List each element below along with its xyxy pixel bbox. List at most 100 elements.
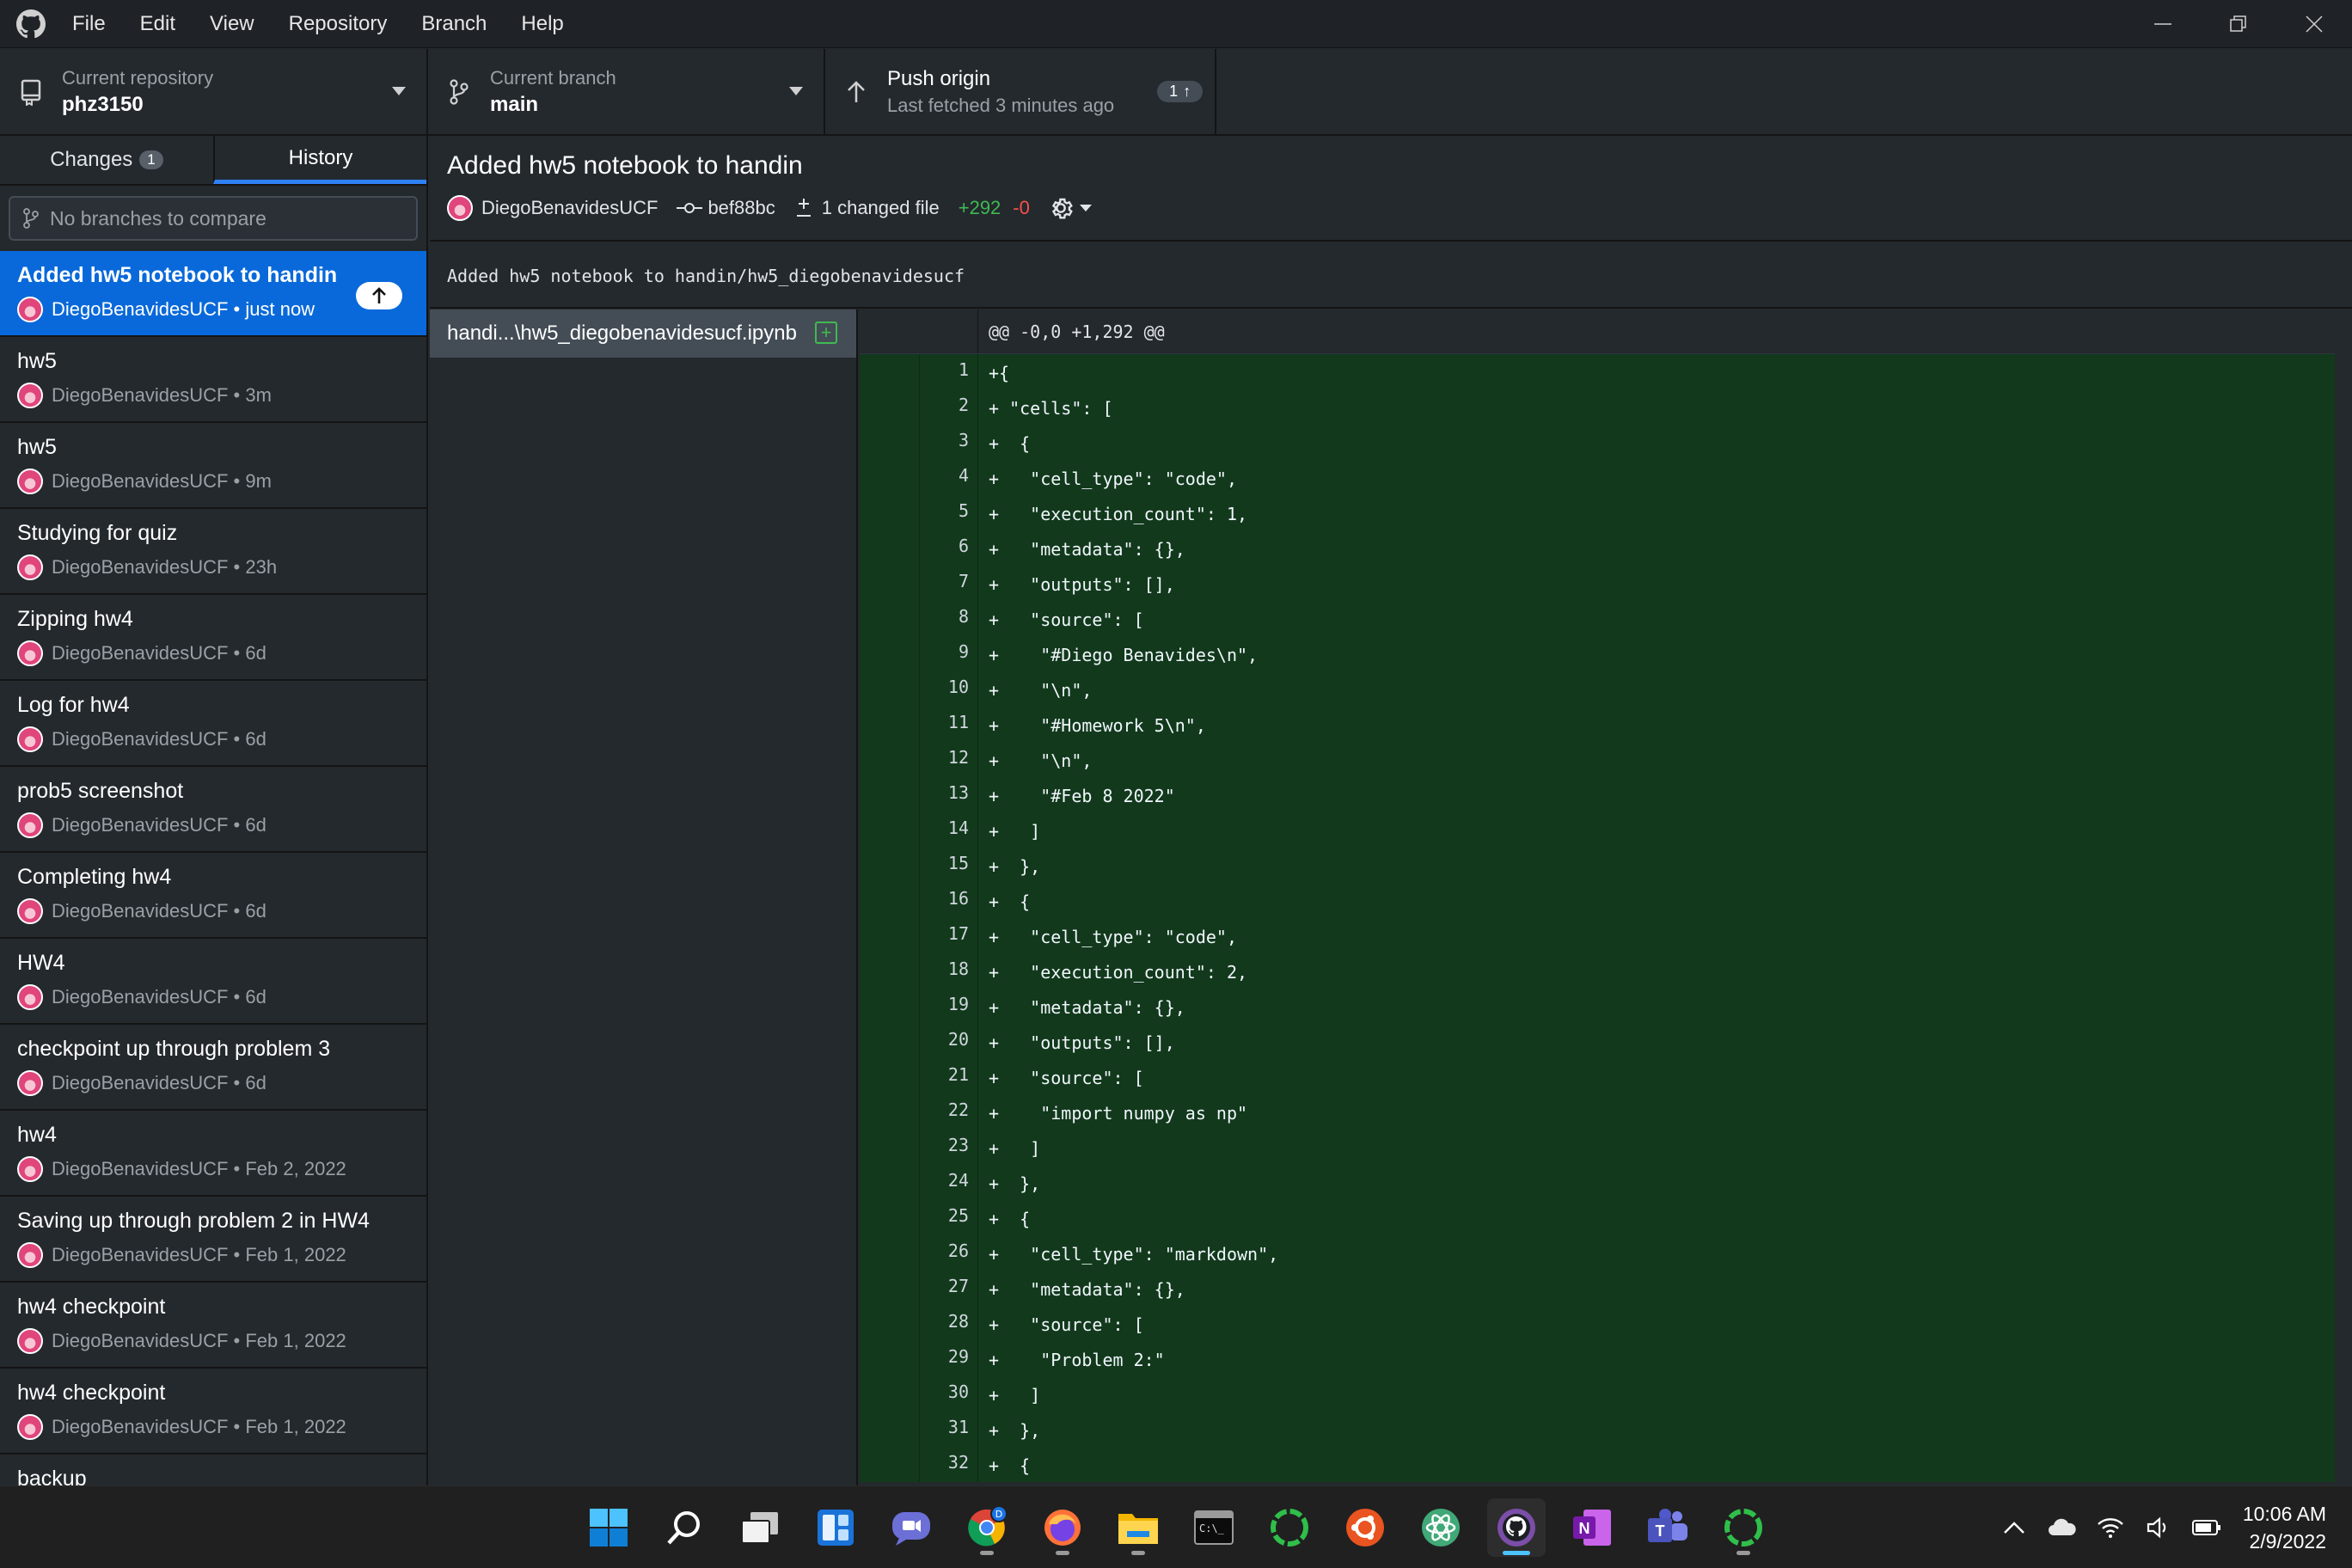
diff-line[interactable]: 21 + "source": [ — [860, 1059, 2335, 1094]
loading-app-button[interactable] — [1260, 1498, 1319, 1557]
diff-line-code: + "#Diego Benavides\n", — [989, 645, 1259, 665]
commit-list-item[interactable]: prob5 screenshot DiegoBenavidesUCF • 6d — [0, 767, 426, 853]
github-desktop-button[interactable] — [1487, 1498, 1546, 1557]
diff-line[interactable]: 3 + { — [860, 425, 2335, 460]
diff-line[interactable]: 18 + "execution_count": 2, — [860, 953, 2335, 989]
diff-line[interactable]: 16 + { — [860, 883, 2335, 918]
close-button[interactable] — [2276, 0, 2352, 48]
diff-lines: 1 +{2 + "cells": [3 + {4 + "cell_type": "cod… — [860, 354, 2335, 1482]
menu-edit[interactable]: Edit — [123, 0, 193, 48]
diff-settings-button[interactable] — [1047, 194, 1092, 222]
commit-list-item[interactable]: checkpoint up through problem 3 DiegoBen… — [0, 1025, 426, 1111]
commit-list-item[interactable]: Log for hw4 DiegoBenavidesUCF • 6d — [0, 681, 426, 767]
diff-line[interactable]: 7 + "outputs": [], — [860, 566, 2335, 601]
diff-line[interactable]: 12 + "\n", — [860, 742, 2335, 777]
diff-line[interactable]: 24 + }, — [860, 1165, 2335, 1200]
onenote-button[interactable]: N — [1563, 1498, 1621, 1557]
diff-line[interactable]: 31 + }, — [860, 1412, 2335, 1447]
commit-list-item[interactable]: hw4 checkpoint DiegoBenavidesUCF • Feb 1… — [0, 1369, 426, 1455]
diff-line[interactable]: 9 + "#Diego Benavides\n", — [860, 636, 2335, 671]
restore-button[interactable] — [2201, 0, 2276, 48]
tab-history[interactable]: History — [213, 136, 426, 184]
minimize-button[interactable] — [2125, 0, 2201, 48]
diff-line[interactable]: 11 + "#Homework 5\n", — [860, 707, 2335, 742]
chat-button[interactable] — [882, 1498, 940, 1557]
commit-list-item[interactable]: hw5 DiegoBenavidesUCF • 3m — [0, 337, 426, 423]
push-title: Push origin — [887, 66, 991, 90]
commit-list-item[interactable]: hw4 DiegoBenavidesUCF • Feb 2, 2022 — [0, 1111, 426, 1197]
diff-line[interactable]: 6 + "metadata": {}, — [860, 530, 2335, 566]
menu-file[interactable]: File — [55, 0, 123, 48]
diff-line[interactable]: 14 + ] — [860, 812, 2335, 848]
onedrive-button[interactable] — [2038, 1518, 2086, 1537]
current-repository-dropdown[interactable]: Current repository phz3150 — [0, 49, 428, 134]
diff-line[interactable]: 15 + }, — [860, 848, 2335, 883]
diff-line[interactable]: 25 + { — [860, 1200, 2335, 1235]
atom-button[interactable] — [1412, 1498, 1470, 1557]
menu-view[interactable]: View — [193, 0, 272, 48]
diff-line[interactable]: 23 + ] — [860, 1130, 2335, 1165]
commit-list-item[interactable]: Zipping hw4 DiegoBenavidesUCF • 6d — [0, 595, 426, 681]
menu-branch[interactable]: Branch — [404, 0, 504, 48]
repo-label: Current repository — [62, 66, 214, 89]
diff-scrollbar[interactable] — [2335, 309, 2352, 1485]
chrome-button[interactable]: D — [958, 1498, 1016, 1557]
gear-icon — [1051, 198, 1073, 219]
diff-line[interactable]: 5 + "execution_count": 1, — [860, 495, 2335, 530]
teams-button[interactable]: T — [1638, 1498, 1697, 1557]
firefox-button[interactable] — [1033, 1498, 1092, 1557]
commit-list-item[interactable]: Added hw5 notebook to handin DiegoBenavi… — [0, 251, 426, 337]
loading-app-button-2[interactable] — [1714, 1498, 1773, 1557]
ubuntu-button[interactable] — [1336, 1498, 1394, 1557]
show-hidden-icons-button[interactable] — [1990, 1521, 2038, 1534]
diff-line[interactable]: 26 + "cell_type": "markdown", — [860, 1235, 2335, 1271]
diff-line[interactable]: 32 + { — [860, 1447, 2335, 1482]
diff-line[interactable]: 29 + "Problem 2:" — [860, 1341, 2335, 1376]
diff-line[interactable]: 27 + "metadata": {}, — [860, 1271, 2335, 1306]
file-explorer-button[interactable] — [1109, 1498, 1167, 1557]
battery-button[interactable] — [2183, 1519, 2231, 1536]
commit-list-item[interactable]: HW4 DiegoBenavidesUCF • 6d — [0, 939, 426, 1025]
diff-line[interactable]: 4 + "cell_type": "code", — [860, 460, 2335, 495]
new-line-number: 31 — [920, 1412, 978, 1447]
diff-line[interactable]: 22 + "import numpy as np" — [860, 1094, 2335, 1130]
task-view-button[interactable] — [731, 1498, 789, 1557]
push-origin-button[interactable]: Push origin Last fetched 3 minutes ago 1… — [825, 49, 1216, 134]
commit-list-item[interactable]: hw4 checkpoint DiegoBenavidesUCF • Feb 1… — [0, 1283, 426, 1369]
push-subtitle: Last fetched 3 minutes ago — [887, 94, 1115, 116]
diff-line[interactable]: 30 + ] — [860, 1376, 2335, 1412]
commit-list-item[interactable]: backup — [0, 1455, 426, 1485]
diff-line[interactable]: 28 + "source": [ — [860, 1306, 2335, 1341]
menu-repository[interactable]: Repository — [272, 0, 405, 48]
diff-line[interactable]: 20 + "outputs": [], — [860, 1024, 2335, 1059]
arrow-up-small-icon: ↑ — [1183, 83, 1191, 100]
avatar — [17, 297, 43, 322]
wifi-button[interactable] — [2086, 1516, 2135, 1539]
diff-line[interactable]: 17 + "cell_type": "code", — [860, 918, 2335, 953]
volume-button[interactable] — [2135, 1516, 2183, 1539]
start-button[interactable] — [579, 1498, 638, 1557]
widgets-button[interactable] — [806, 1498, 865, 1557]
diff-line[interactable]: 1 +{ — [860, 354, 2335, 389]
diff-line[interactable]: 10 + "\n", — [860, 671, 2335, 707]
diff-line[interactable]: 8 + "source": [ — [860, 601, 2335, 636]
terminal-button[interactable]: C:\_ — [1185, 1498, 1243, 1557]
diff-line[interactable]: 2 + "cells": [ — [860, 389, 2335, 425]
tab-changes[interactable]: Changes 1 — [0, 136, 213, 184]
diff-line-code: + "source": [ — [989, 609, 1144, 630]
commit-list-item[interactable]: Studying for quiz DiegoBenavidesUCF • 23… — [0, 509, 426, 595]
changed-file-item[interactable]: handi...\hw5_diegobenavidesucf.ipynb + — [430, 309, 856, 358]
diff-line[interactable]: 13 + "#Feb 8 2022" — [860, 777, 2335, 812]
diff-line[interactable]: 19 + "metadata": {}, — [860, 989, 2335, 1024]
system-clock[interactable]: 10:06 AM 2/9/2022 — [2231, 1500, 2352, 1555]
commit-sha[interactable]: bef88bc — [707, 197, 775, 219]
current-branch-dropdown[interactable]: Current branch main — [428, 49, 825, 134]
new-line-number: 13 — [920, 777, 978, 812]
commit-list-item[interactable]: Completing hw4 DiegoBenavidesUCF • 6d — [0, 853, 426, 939]
sidebar-tabs: Changes 1 History — [0, 136, 426, 186]
commit-list-item[interactable]: hw5 DiegoBenavidesUCF • 9m — [0, 423, 426, 509]
menu-help[interactable]: Help — [504, 0, 580, 48]
commit-list-item[interactable]: Saving up through problem 2 in HW4 Diego… — [0, 1197, 426, 1283]
search-button[interactable] — [655, 1498, 714, 1557]
branch-compare-select[interactable]: No branches to compare — [9, 196, 418, 241]
